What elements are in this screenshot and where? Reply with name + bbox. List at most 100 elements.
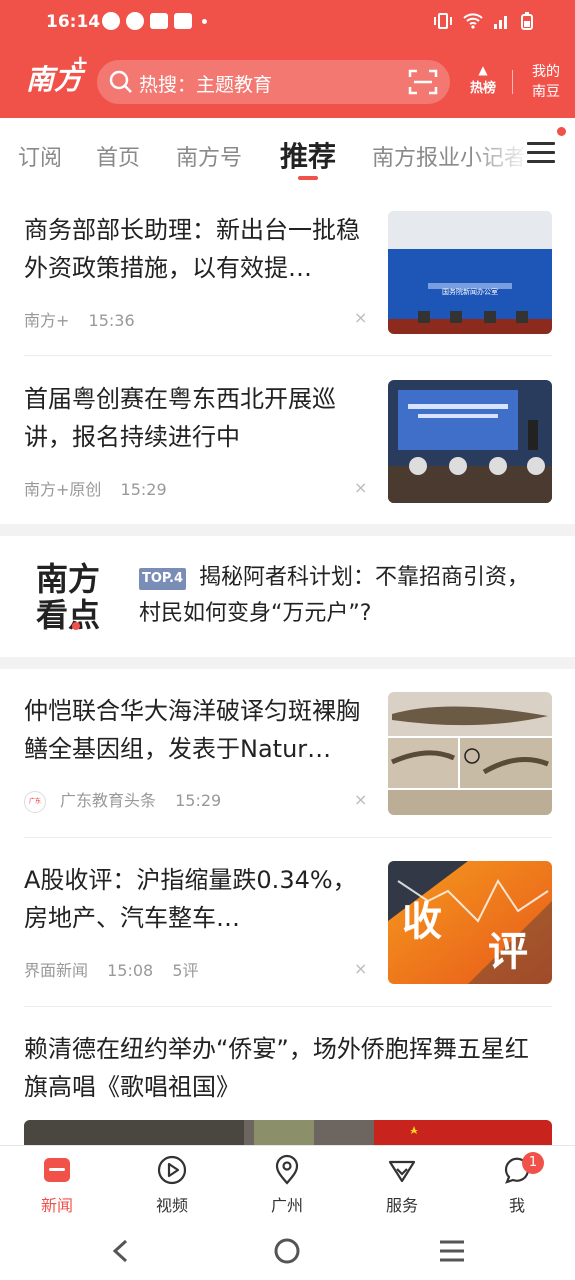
- logo-plus: +: [72, 50, 89, 74]
- news-meta: 广东 广东教育头条 15:29: [24, 787, 235, 813]
- news-title: 首届粤创赛在粤东西北开展巡讲，报名持续进行中: [24, 385, 336, 451]
- news-thumbnail: [388, 692, 552, 815]
- nav-video-label: 视频: [155, 1196, 188, 1215]
- news-thumbnail: [388, 380, 552, 503]
- thumbnail-text: 收: [402, 898, 442, 945]
- header-divider: [512, 70, 513, 94]
- hot-list-button[interactable]: ▲ 热榜: [466, 63, 500, 99]
- source-avatar-icon: 广东: [24, 790, 46, 813]
- search-hot-text: 热搜：主题教育: [139, 74, 273, 96]
- top-rank-badge: TOP.4: [139, 568, 186, 590]
- notification-icons: [102, 12, 207, 30]
- notification-badge: 1: [522, 1152, 544, 1174]
- news-item[interactable]: 赖清德在纽约举办“侨宴”，场外侨胞挥舞五星红旗高唱《歌唱祖国》: [24, 1030, 552, 1145]
- nav-service[interactable]: 服务: [367, 1154, 437, 1216]
- news-source: 广东教育头条: [60, 791, 157, 810]
- news-source: 南方+: [24, 311, 70, 330]
- hot-list-label: 热榜: [469, 81, 496, 96]
- flame-icon: ▲: [478, 63, 488, 77]
- scan-icon[interactable]: [408, 69, 438, 95]
- section-gap: [0, 524, 575, 536]
- status-time: 16:14: [46, 12, 101, 32]
- news-meta: 南方+ 15:36: [24, 307, 149, 331]
- active-tab-indicator: [298, 176, 318, 180]
- system-navigation-bar: [0, 1220, 575, 1280]
- news-time: 15:29: [120, 480, 167, 499]
- nav-me-label: 我: [508, 1196, 525, 1215]
- news-title: 赖清德在纽约举办“侨宴”，场外侨胞挥舞五星红旗高唱《歌唱祖国》: [24, 1035, 529, 1101]
- news-time: 15:29: [175, 791, 222, 810]
- mail-icon: [174, 13, 192, 29]
- tab-subscribe[interactable]: 订阅: [18, 140, 62, 172]
- news-source: 南方+原创: [24, 480, 102, 499]
- dismiss-icon[interactable]: ×: [354, 478, 367, 497]
- news-divider: [24, 355, 552, 356]
- kandian-logo-line2: 看点: [36, 596, 101, 634]
- news-meta: 南方+原创 15:29: [24, 476, 181, 500]
- recents-icon[interactable]: [438, 1239, 466, 1263]
- news-divider: [24, 1006, 552, 1007]
- mail-icon: [150, 13, 168, 29]
- nav-news[interactable]: 新闻: [22, 1154, 92, 1216]
- menu-notification-dot: [557, 127, 566, 136]
- system-icons: [433, 12, 533, 30]
- kandian-logo-dot: [72, 622, 80, 630]
- news-time: 15:08: [107, 961, 154, 980]
- thumbnail-text: 评: [488, 928, 528, 975]
- wifi-icon: [463, 13, 483, 29]
- news-item[interactable]: 商务部部长助理：新出台一批稳外资政策措施，以有效提… 南方+ 15:36 × 国…: [24, 211, 552, 335]
- status-bar: 16:14: [0, 0, 575, 46]
- news-icon: [44, 1158, 70, 1182]
- nav-me[interactable]: 1 我: [482, 1152, 552, 1216]
- my-nandou-line1: 我的: [532, 64, 560, 80]
- dismiss-icon[interactable]: ×: [354, 959, 367, 978]
- news-item[interactable]: 仲恺联合华大海洋破译匀斑裸胸鳝全基因组，发表于Natur… 广东 广东教育头条 1…: [24, 692, 552, 816]
- section-gap: [0, 657, 575, 669]
- my-nandou-line2: 南豆: [532, 84, 560, 100]
- app-notification-icon: [126, 12, 144, 30]
- battery-icon: [521, 12, 533, 30]
- signal-icon: [494, 16, 507, 29]
- channel-tabs: 订阅 首页 南方号 推荐 南方报业小记者: [0, 118, 575, 188]
- news-thumbnail: 收 评: [388, 861, 552, 984]
- search-bar[interactable]: 热搜：主题教育: [97, 60, 450, 104]
- back-icon[interactable]: [110, 1238, 132, 1264]
- tab-nanfanghao[interactable]: 南方号: [176, 140, 242, 172]
- news-comments: 5评: [172, 961, 199, 980]
- tab-recommend[interactable]: 推荐: [280, 135, 336, 175]
- news-item[interactable]: A股收评：沪指缩量跌0.34%，房地产、汽车整车… 界面新闻 15:08 5评 …: [24, 861, 552, 985]
- news-item[interactable]: 首届粤创赛在粤东西北开展巡讲，报名持续进行中 南方+原创 15:29 ×: [24, 380, 552, 504]
- news-title: 商务部部长助理：新出台一批稳外资政策措施，以有效提…: [24, 216, 360, 282]
- dismiss-icon[interactable]: ×: [354, 308, 367, 327]
- service-icon: [388, 1160, 416, 1183]
- vibrate-icon: [434, 13, 452, 29]
- news-thumbnail: 国务院新闻办公室: [388, 211, 552, 334]
- channel-menu-icon[interactable]: [527, 138, 557, 168]
- search-icon: [109, 70, 132, 93]
- news-time: 15:36: [88, 311, 135, 330]
- nav-video[interactable]: 视频: [137, 1154, 207, 1216]
- news-source: 界面新闻: [24, 961, 89, 980]
- tab-fade: [470, 128, 530, 178]
- nav-service-label: 服务: [385, 1196, 418, 1215]
- nav-guangzhou[interactable]: 广州: [252, 1154, 322, 1216]
- kandian-headline: 揭秘阿者科计划：不靠招商引资，村民如何变身“万元户”?: [139, 565, 530, 626]
- video-icon: [157, 1155, 187, 1185]
- location-icon: [275, 1154, 299, 1185]
- nav-guangzhou-label: 广州: [270, 1196, 303, 1215]
- news-divider: [24, 837, 552, 838]
- app-logo[interactable]: 南方 +: [26, 50, 89, 104]
- kandian-logo-line1: 南方: [36, 560, 101, 598]
- thumbnail-caption: 国务院新闻办公室: [442, 288, 498, 296]
- dismiss-icon[interactable]: ×: [354, 790, 367, 809]
- more-notifications-icon: [202, 18, 207, 24]
- news-large-image: [24, 1120, 552, 1145]
- my-nandou-button[interactable]: 我的 南豆: [526, 62, 566, 102]
- news-title: 仲恺联合华大海洋破译匀斑裸胸鳝全基因组，发表于Natur…: [24, 697, 360, 763]
- app-header: 16:14 南方 + 热搜：主题教育 ▲ 热榜 我的 南豆: [0, 0, 575, 118]
- news-meta: 界面新闻 15:08 5评: [24, 957, 213, 981]
- home-icon[interactable]: [273, 1237, 301, 1265]
- message-icon: [102, 12, 120, 30]
- nav-news-label: 新闻: [40, 1196, 73, 1215]
- tab-home[interactable]: 首页: [96, 140, 140, 172]
